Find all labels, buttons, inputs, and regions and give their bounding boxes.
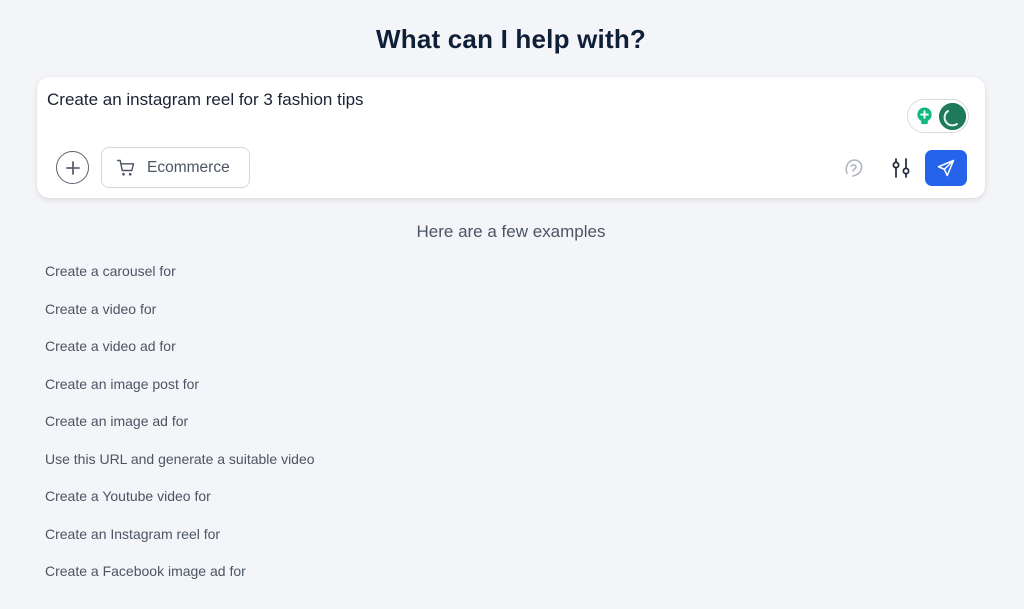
sliders-icon [892, 158, 910, 178]
example-item[interactable]: Use this URL and generate a suitable vid… [45, 451, 315, 489]
prompt-input[interactable]: Create an instagram reel for 3 fashion t… [47, 90, 364, 110]
assistant-avatar-icon [939, 103, 966, 130]
category-chip-label: Ecommerce [147, 158, 230, 176]
lightbulb-icon [917, 107, 932, 125]
examples-list: Create a carousel for Create a video for… [45, 263, 315, 601]
examples-heading: Here are a few examples [416, 222, 606, 241]
example-item[interactable]: Create an image ad for [45, 413, 315, 451]
page-title: What can I help with? [376, 24, 646, 54]
add-button[interactable] [56, 151, 89, 184]
assistant-badge[interactable] [907, 99, 969, 133]
prompt-card: Create an instagram reel for 3 fashion t… [37, 77, 985, 198]
category-chip-ecommerce[interactable]: Ecommerce [101, 147, 250, 188]
plus-circle-icon [65, 160, 80, 175]
example-item[interactable]: Create a Facebook image ad for [45, 563, 315, 601]
page: What can I help with? Create an instagra… [0, 0, 1024, 609]
example-item[interactable]: Create a carousel for [45, 263, 315, 301]
example-item[interactable]: Create an Instagram reel for [45, 526, 315, 564]
shopping-cart-icon [116, 159, 135, 176]
example-item[interactable]: Create a video for [45, 301, 315, 339]
example-item[interactable]: Create an image post for [45, 376, 315, 414]
example-item[interactable]: Create a video ad for [45, 338, 315, 376]
example-item[interactable]: Create a Youtube video for [45, 488, 315, 526]
settings-button[interactable] [890, 157, 912, 179]
send-button[interactable] [925, 150, 967, 186]
avatar-button[interactable] [843, 157, 865, 179]
paper-plane-icon [937, 159, 955, 177]
face-icon [845, 159, 863, 177]
